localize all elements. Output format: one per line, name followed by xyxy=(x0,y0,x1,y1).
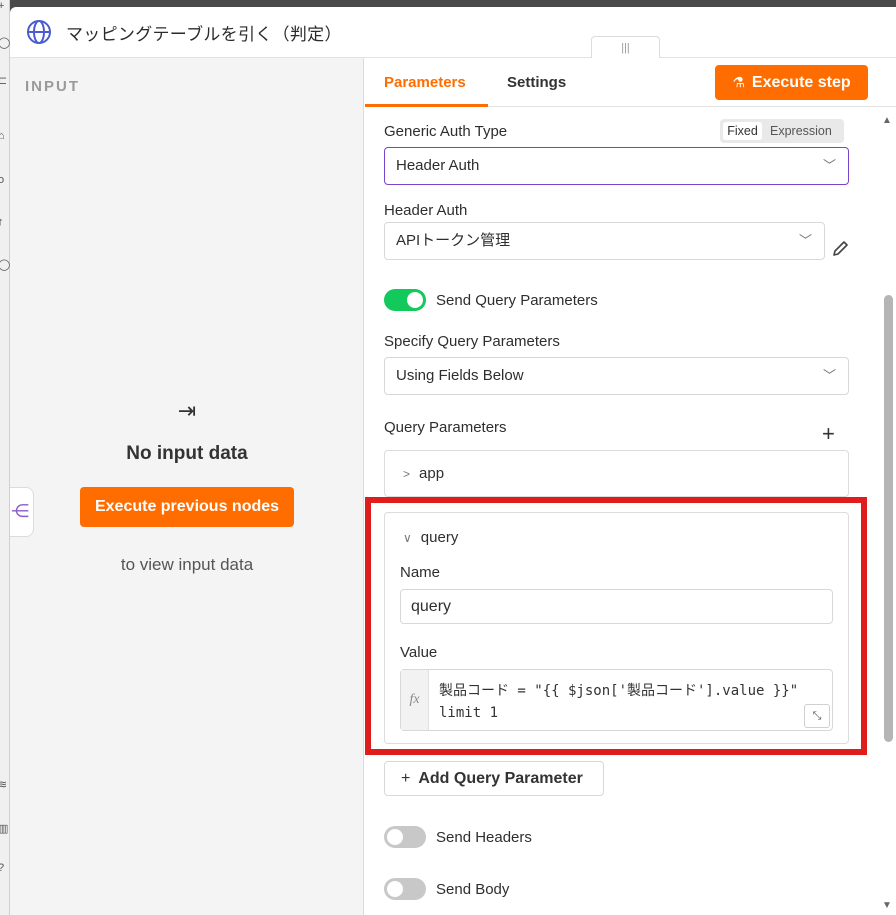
toggle-knob xyxy=(387,829,403,845)
generic-auth-type-label: Generic Auth Type xyxy=(384,123,508,140)
execute-step-label: Execute step xyxy=(751,74,851,91)
send-headers-toggle[interactable] xyxy=(384,826,426,848)
globe-icon xyxy=(27,20,51,44)
header-auth-label: Header Auth xyxy=(384,202,468,219)
param-item-title: app xyxy=(419,465,445,482)
input-empty-state: ⇥ No input data Execute previous nodes t… xyxy=(10,398,364,575)
input-panel: INPUT ⇥ No input data Execute previous n… xyxy=(10,58,364,915)
chevron-down-icon: ﹀ xyxy=(822,158,836,173)
panel-drag-handle[interactable]: ||| xyxy=(591,36,660,59)
add-query-parameter-label: Add Query Parameter xyxy=(418,770,583,787)
add-query-parameter-button[interactable]: + Add Query Parameter xyxy=(384,761,604,796)
edit-credential-icon[interactable] xyxy=(831,238,851,258)
specify-query-select[interactable]: Using Fields Below ﹀ xyxy=(384,357,849,395)
send-body-label: Send Body xyxy=(436,881,510,898)
plus-icon: + xyxy=(401,770,411,787)
chevron-down-icon: ﹀ xyxy=(822,368,836,383)
header-auth-value: APIトークン管理 xyxy=(396,232,511,249)
add-parameter-plus-icon[interactable]: + xyxy=(822,421,835,447)
highlight-annotation-box xyxy=(365,497,867,755)
fixed-expression-toggle[interactable]: Fixed Expression xyxy=(720,119,844,143)
scroll-down-arrow-icon[interactable]: ▼ xyxy=(882,900,892,911)
arrow-to-line-icon: ⇥ xyxy=(177,398,197,423)
toggle-knob xyxy=(387,881,403,897)
modal-header: マッピングテーブルを引く（判定） xyxy=(10,7,896,58)
input-connector-tab[interactable]: ⋲ xyxy=(10,487,34,537)
query-parameters-label: Query Parameters xyxy=(384,419,507,436)
parameter-tabs: Parameters Settings ⚗ Execute step xyxy=(365,58,896,107)
node-title[interactable]: マッピングテーブルを引く（判定） xyxy=(66,20,342,45)
toggle-knob xyxy=(407,292,423,308)
send-query-label: Send Query Parameters xyxy=(436,292,598,309)
scroll-up-arrow-icon[interactable]: ▲ xyxy=(882,115,892,126)
mode-expression[interactable]: Expression xyxy=(770,122,832,140)
node-connector-icon: ⋲ xyxy=(11,501,29,521)
generic-auth-type-select[interactable]: Header Auth ﹀ xyxy=(384,147,849,185)
send-query-toggle[interactable] xyxy=(384,289,426,311)
execute-previous-nodes-button[interactable]: Execute previous nodes xyxy=(79,487,295,527)
tab-parameters[interactable]: Parameters xyxy=(384,74,466,91)
generic-auth-type-value: Header Auth xyxy=(396,157,480,174)
tab-settings[interactable]: Settings xyxy=(507,74,566,91)
scroll-thumb[interactable] xyxy=(884,295,893,742)
node-details-modal: マッピングテーブルを引く（判定） ||| INPUT ⇥ No input da… xyxy=(10,7,896,915)
query-param-item-app[interactable]: > app xyxy=(384,450,849,497)
no-input-heading: No input data xyxy=(126,443,248,464)
mode-fixed[interactable]: Fixed xyxy=(723,122,762,140)
chevron-right-icon: > xyxy=(403,467,411,481)
input-panel-label: INPUT xyxy=(25,78,80,95)
send-body-toggle[interactable] xyxy=(384,878,426,900)
header-auth-select[interactable]: APIトークン管理 ﹀ xyxy=(384,222,825,260)
canvas-edge: + ◯ ⊏ ⌂ o ↑ ◯ ≋ ▥ ? xyxy=(0,0,10,915)
specify-query-label: Specify Query Parameters xyxy=(384,333,560,350)
param-item-header[interactable]: > app xyxy=(403,465,444,482)
flask-icon: ⚗ xyxy=(732,74,745,90)
send-headers-label: Send Headers xyxy=(436,829,532,846)
execute-step-button[interactable]: ⚗ Execute step xyxy=(715,65,868,100)
parameters-scrollbar[interactable]: ▲ ▼ xyxy=(878,107,896,915)
parameters-panel: Parameters Settings ⚗ Execute step Generi… xyxy=(365,58,896,915)
active-tab-indicator xyxy=(365,104,488,107)
chevron-down-icon: ﹀ xyxy=(798,233,812,248)
specify-query-value: Using Fields Below xyxy=(396,367,524,384)
to-view-input-text: to view input data xyxy=(120,555,254,574)
